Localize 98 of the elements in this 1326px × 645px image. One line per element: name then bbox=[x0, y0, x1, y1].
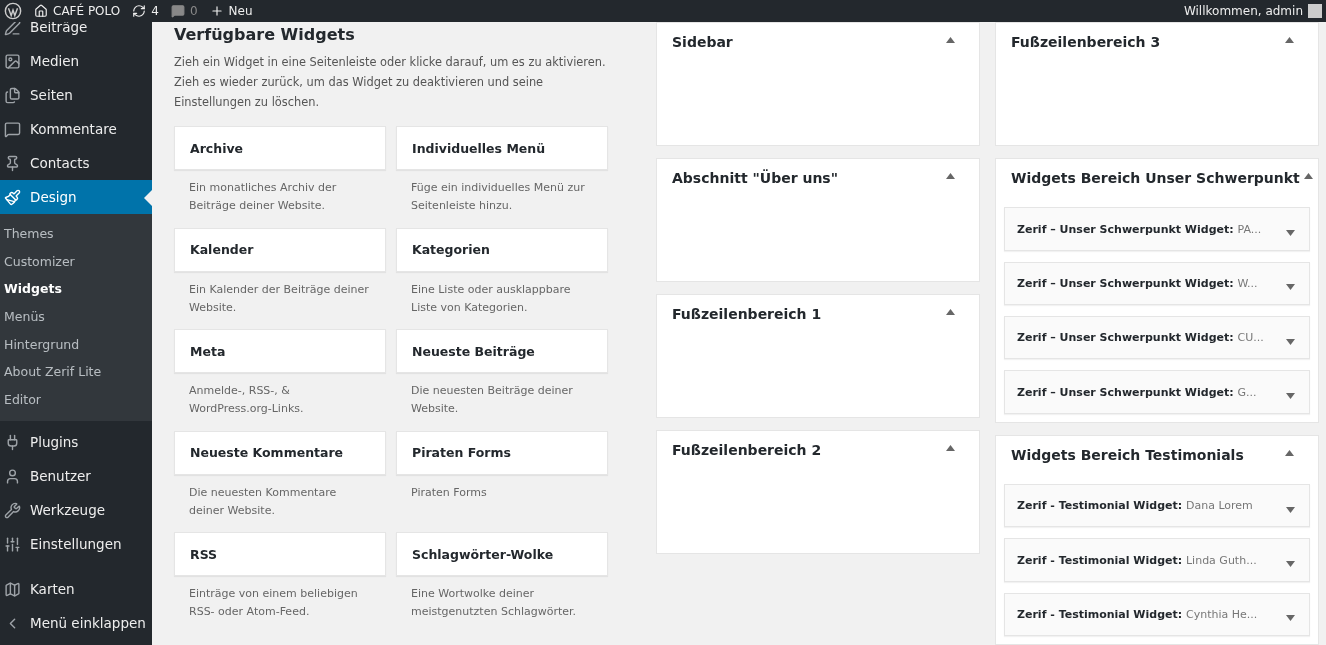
widget-row[interactable]: Zerif – Unser Schwerpunkt Widget: G... bbox=[1004, 370, 1310, 414]
comments-link[interactable]: 0 bbox=[170, 4, 198, 18]
widget-row-title: Zerif - Testimonial Widget: Linda Guth... bbox=[1017, 553, 1257, 567]
sidebar-item[interactable]: Contacts bbox=[0, 146, 152, 180]
menu-icon bbox=[4, 86, 21, 104]
sidebar-item[interactable]: Medien bbox=[0, 44, 152, 78]
widget-area-title[interactable]: Widgets Bereich Testimonials bbox=[1011, 441, 1244, 466]
sidebar-item[interactable]: Design bbox=[0, 180, 152, 214]
logo-icon[interactable] bbox=[4, 2, 22, 20]
widget-description: Piraten Forms bbox=[410, 484, 488, 501]
widget-card[interactable]: Neueste Beiträge bbox=[396, 329, 608, 373]
widget-row-title: Zerif – Unser Schwerpunkt Widget: W... bbox=[1017, 276, 1258, 290]
submenu-item[interactable]: Editor bbox=[0, 385, 152, 414]
widget-description: Ein monatliches Archiv der Beiträge deiner Website. bbox=[188, 180, 338, 214]
widget-card[interactable]: Individuelles Menü bbox=[396, 126, 608, 170]
widget-card[interactable]: Kategorien bbox=[396, 227, 608, 272]
expand-arrow-icon[interactable] bbox=[1286, 338, 1295, 345]
widget-description: Eine Liste oder ausklappbare Liste von Kategorien. bbox=[410, 281, 572, 316]
widget-card[interactable]: Neueste Kommentare bbox=[174, 430, 386, 475]
widget-description: Füge ein individuelles Menü zur Seitenleiste hinzu. bbox=[410, 180, 586, 214]
new-link[interactable]: Neu bbox=[209, 4, 253, 18]
collapse-arrow-icon[interactable] bbox=[946, 173, 955, 179]
menu-icon bbox=[4, 535, 21, 553]
expand-arrow-icon[interactable] bbox=[1286, 506, 1295, 513]
sidebar-item[interactable]: Werkzeuge bbox=[0, 493, 152, 528]
collapse-arrow-icon[interactable] bbox=[946, 445, 955, 451]
sidebar-item[interactable]: Beiträge bbox=[0, 22, 152, 44]
menu-icon bbox=[4, 467, 21, 485]
widget-row-title: Zerif – Unser Schwerpunkt Widget: CU... bbox=[1017, 331, 1264, 345]
collapse-arrow-icon[interactable] bbox=[1285, 37, 1294, 43]
widget-row[interactable]: Zerif – Unser Schwerpunkt Widget: CU... bbox=[1004, 316, 1310, 360]
widget-row[interactable]: Zerif - Testimonial Widget: Dana Lorem bbox=[1004, 484, 1310, 528]
widget-row[interactable]: Zerif - Testimonial Widget: Cynthia He... bbox=[1004, 592, 1310, 636]
submenu-item[interactable]: About Zerif Lite bbox=[0, 357, 152, 386]
widget-card[interactable]: Kalender bbox=[174, 227, 386, 272]
widget-area-title[interactable]: Widgets Bereich Unser Schwerpunkt bbox=[1011, 165, 1300, 189]
collapse-arrow-icon[interactable] bbox=[1285, 449, 1294, 456]
widget-area-title[interactable]: Fußzeilenbereich 2 bbox=[672, 437, 822, 461]
widget-area-title[interactable]: Sidebar bbox=[672, 29, 733, 53]
section-title: Verfügbare Widgets bbox=[174, 25, 356, 44]
home-icon bbox=[34, 4, 48, 18]
expand-arrow-icon[interactable] bbox=[1286, 230, 1295, 237]
menu-icon bbox=[4, 188, 21, 206]
sidebar-item[interactable]: Plugins bbox=[0, 425, 152, 460]
widget-card[interactable]: RSS bbox=[174, 532, 386, 576]
updates-link[interactable]: 4 bbox=[132, 4, 159, 18]
widget-area-title[interactable]: Fußzeilenbereich 3 bbox=[1011, 29, 1161, 53]
submenu-item[interactable]: Hintergrund bbox=[0, 330, 152, 358]
section-description: Zieh ein Widget in eine Seitenleiste oder klicke darauf, um es zu aktivieren. Zieh es wieder zurück, um das Widget zu deaktivieren und seine Einstellungen zu löschen. bbox=[174, 54, 607, 111]
comment-icon bbox=[170, 4, 185, 18]
widget-card[interactable]: Meta bbox=[174, 329, 386, 373]
menu-icon bbox=[4, 52, 21, 70]
account-link[interactable]: Willkommen, admin bbox=[1183, 4, 1322, 18]
widget-card[interactable]: Archive bbox=[174, 126, 386, 170]
widget-row-title: Zerif - Testimonial Widget: Dana Lorem bbox=[1017, 499, 1253, 513]
submenu-item[interactable]: Customizer bbox=[0, 247, 152, 276]
widget-row[interactable]: Zerif - Testimonial Widget: Linda Guth... bbox=[1004, 538, 1310, 582]
submenu-item[interactable]: Themes bbox=[0, 220, 152, 248]
collapse-arrow-icon[interactable] bbox=[1303, 173, 1313, 179]
plus-icon bbox=[209, 4, 224, 18]
widget-row-title: Zerif - Testimonial Widget: Cynthia He... bbox=[1017, 607, 1258, 621]
expand-arrow-icon[interactable] bbox=[1286, 393, 1295, 399]
widget-area-title[interactable]: Abschnitt "Über uns" bbox=[672, 165, 838, 189]
collapse-arrow-icon[interactable] bbox=[946, 309, 955, 315]
menu-icon bbox=[4, 501, 21, 519]
expand-arrow-icon[interactable] bbox=[1286, 561, 1295, 568]
expand-arrow-icon[interactable] bbox=[1286, 284, 1295, 291]
widget-description: Eine Wortwolke deiner meistgenutzten Schlagwörter. bbox=[410, 586, 578, 620]
menu-icon bbox=[4, 22, 21, 36]
sidebar-item[interactable]: Kommentare bbox=[0, 112, 152, 146]
widget-description: Die neuesten Kommentare deiner Website. bbox=[188, 484, 338, 519]
widget-row[interactable]: Zerif – Unser Schwerpunkt Widget: PA... bbox=[1004, 207, 1310, 251]
current-page-pointer-icon bbox=[144, 190, 152, 206]
sidebar-item[interactable]: Benutzer bbox=[0, 459, 152, 494]
widget-row-title: Zerif – Unser Schwerpunkt Widget: G... bbox=[1017, 385, 1257, 399]
widget-description: Einträge von einem beliebigen RSS- oder Atom-Feed. bbox=[188, 586, 359, 620]
submenu-item[interactable]: Widgets bbox=[0, 275, 152, 303]
sidebar-item[interactable]: Menü einklappen bbox=[0, 606, 152, 641]
sidebar-item[interactable]: Seiten bbox=[0, 78, 152, 112]
sidebar-item[interactable]: Einstellungen bbox=[0, 527, 152, 562]
widget-description: Ein Kalender der Beiträge deiner Website. bbox=[188, 281, 370, 316]
widget-card[interactable]: Piraten Forms bbox=[396, 430, 608, 475]
refresh-icon bbox=[132, 4, 147, 18]
widget-description: Die neuesten Beiträge deiner Website. bbox=[410, 383, 574, 417]
expand-arrow-icon[interactable] bbox=[1286, 615, 1295, 622]
collapse-arrow-icon[interactable] bbox=[946, 37, 955, 43]
avatar-icon bbox=[1308, 4, 1322, 18]
widget-area-title[interactable]: Fußzeilenbereich 1 bbox=[672, 301, 822, 325]
site-name-link[interactable]: CAFÉ POLO bbox=[34, 4, 121, 18]
widget-row[interactable]: Zerif – Unser Schwerpunkt Widget: W... bbox=[1004, 261, 1310, 306]
widget-row-title: Zerif – Unser Schwerpunkt Widget: PA... bbox=[1017, 222, 1262, 236]
sidebar-item[interactable]: Karten bbox=[0, 572, 152, 607]
widget-description: Anmelde-, RSS-, & WordPress.org-Links. bbox=[188, 383, 305, 417]
menu-icon bbox=[4, 154, 21, 172]
menu-icon bbox=[4, 580, 21, 598]
menu-icon bbox=[4, 120, 21, 138]
widget-card[interactable]: Schlagwörter-Wolke bbox=[396, 532, 608, 576]
submenu-item[interactable]: Menüs bbox=[0, 302, 152, 331]
